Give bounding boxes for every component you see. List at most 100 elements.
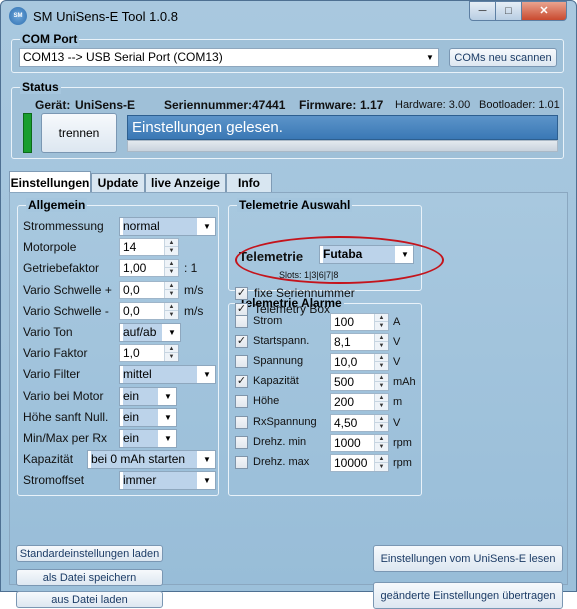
disconnect-button[interactable]: trennen: [41, 113, 117, 153]
allgemein-select-value: normal: [123, 218, 197, 235]
allgemein-row-label: Vario bei Motor: [23, 389, 104, 403]
spin-up-icon[interactable]: ▲: [165, 303, 178, 311]
alarm-checkbox[interactable]: ✓: [235, 375, 248, 388]
alarm-checkbox[interactable]: [235, 355, 248, 368]
spin-down-icon[interactable]: ▼: [165, 290, 178, 298]
alarm-spinner[interactable]: 200 ▲ ▼: [330, 393, 389, 411]
serial-value: 47441: [252, 98, 286, 112]
fixe-seriennummer-checkbox[interactable]: ✓: [235, 287, 248, 300]
alarm-label: RxSpannung: [253, 416, 317, 428]
alarm-spinner[interactable]: 10000 ▲ ▼: [330, 454, 389, 472]
allgemein-spinner[interactable]: 0,0 ▲ ▼: [119, 281, 179, 299]
allgemein-spinner[interactable]: 0,0 ▲ ▼: [119, 302, 179, 320]
alarm-spinner-value: 8,1: [334, 335, 351, 349]
spin-down-icon[interactable]: ▼: [165, 247, 178, 255]
spin-up-icon[interactable]: ▲: [375, 334, 388, 342]
allgemein-select[interactable]: auf/ab ▼: [119, 323, 181, 342]
serial-label: Seriennummer:: [164, 98, 253, 112]
load-file-button[interactable]: aus Datei laden: [16, 591, 163, 608]
allgemein-select[interactable]: bei 0 mAh starten ▼: [87, 450, 216, 469]
spin-up-icon[interactable]: ▲: [375, 455, 388, 463]
allgemein-spinner[interactable]: 1,0 ▲ ▼: [119, 344, 179, 362]
com-port-select[interactable]: COM13 --> USB Serial Port (COM13) ▼: [19, 48, 439, 67]
tab-update[interactable]: Update: [91, 173, 145, 193]
telemetry-box-checkbox[interactable]: ✓: [235, 303, 248, 316]
spin-down-icon[interactable]: ▼: [375, 342, 388, 350]
allgemein-select-value: bei 0 mAh starten: [91, 451, 197, 468]
spin-down-icon[interactable]: ▼: [375, 423, 388, 431]
spin-down-icon[interactable]: ▼: [375, 322, 388, 330]
telemetry-box-label: Telemetry Box: [254, 302, 331, 316]
alarm-spinner[interactable]: 100 ▲ ▼: [330, 313, 389, 331]
allgemein-row-label: Vario Faktor: [23, 346, 88, 360]
spin-up-icon[interactable]: ▲: [375, 415, 388, 423]
telemetrie-auswahl-legend: Telemetrie Auswahl: [237, 198, 353, 212]
alarm-checkbox[interactable]: [235, 436, 248, 449]
alarm-checkbox[interactable]: ✓: [235, 335, 248, 348]
spinner-buttons: ▲ ▼: [374, 374, 388, 390]
spin-up-icon[interactable]: ▲: [375, 435, 388, 443]
load-defaults-button[interactable]: Standardeinstellungen laden: [16, 545, 163, 562]
spin-up-icon[interactable]: ▲: [165, 345, 178, 353]
allgemein-select[interactable]: mittel ▼: [119, 365, 216, 384]
spin-up-icon[interactable]: ▲: [165, 239, 178, 247]
allgemein-select[interactable]: ein ▼: [119, 408, 177, 427]
alarm-spinner[interactable]: 8,1 ▲ ▼: [330, 333, 389, 351]
allgemein-select[interactable]: ein ▼: [119, 429, 177, 448]
spin-down-icon[interactable]: ▼: [375, 443, 388, 451]
allgemein-spinner[interactable]: 14 ▲ ▼: [119, 238, 179, 256]
title-bar[interactable]: SM SM UniSens-E Tool 1.0.8 ─ □ ✕: [1, 1, 576, 31]
spin-up-icon[interactable]: ▲: [375, 314, 388, 322]
allgemein-select[interactable]: immer ▼: [119, 471, 216, 490]
scan-coms-button[interactable]: COMs neu scannen: [449, 48, 557, 67]
read-settings-button[interactable]: Einstellungen vom UniSens-E lesen: [373, 545, 563, 572]
spin-down-icon[interactable]: ▼: [165, 311, 178, 319]
alarm-label: Kapazität: [253, 375, 299, 387]
write-settings-button[interactable]: geänderte Einstellungen übertragen: [373, 582, 563, 609]
save-file-button[interactable]: als Datei speichern: [16, 569, 163, 586]
spin-down-icon[interactable]: ▼: [375, 402, 388, 410]
allgemein-row-label: Motorpole: [23, 240, 77, 254]
spin-up-icon[interactable]: ▲: [165, 260, 178, 268]
chevron-down-icon: ▼: [203, 455, 211, 464]
spin-up-icon[interactable]: ▲: [375, 354, 388, 362]
spin-down-icon[interactable]: ▼: [165, 268, 178, 276]
allgemein-row-label: Vario Schwelle +: [23, 283, 112, 297]
alarm-checkbox[interactable]: [235, 315, 248, 328]
app-window: SM SM UniSens-E Tool 1.0.8 ─ □ ✕ COM Por…: [0, 0, 577, 609]
tab-einstellungen[interactable]: Einstellungen: [9, 171, 91, 194]
alarm-spinner[interactable]: 1000 ▲ ▼: [330, 434, 389, 452]
alarm-spinner[interactable]: 4,50 ▲ ▼: [330, 414, 389, 432]
allgemein-spinner[interactable]: 1,00 ▲ ▼: [119, 259, 179, 277]
spin-down-icon[interactable]: ▼: [375, 362, 388, 370]
allgemein-row-label: Vario Ton: [23, 325, 73, 339]
spin-up-icon[interactable]: ▲: [165, 282, 178, 290]
spin-down-icon[interactable]: ▼: [375, 382, 388, 390]
alarm-label: Höhe: [253, 395, 280, 407]
alarm-checkbox[interactable]: [235, 395, 248, 408]
connection-indicator: [23, 113, 32, 153]
check-icon: ✓: [236, 335, 247, 347]
alarm-spinner[interactable]: 500 ▲ ▼: [330, 373, 389, 391]
check-icon: ✓: [236, 303, 247, 315]
maximize-button[interactable]: □: [495, 1, 522, 21]
minimize-button[interactable]: ─: [469, 1, 496, 21]
spin-down-icon[interactable]: ▼: [165, 353, 178, 361]
alarm-spinner[interactable]: 10,0 ▲ ▼: [330, 353, 389, 371]
tab-live-anzeige[interactable]: live Anzeige: [145, 173, 226, 193]
spin-up-icon[interactable]: ▲: [375, 374, 388, 382]
alarm-checkbox[interactable]: [235, 456, 248, 469]
app-logo-icon: SM: [9, 7, 27, 25]
allgemein-row-label: Stromoffset: [23, 473, 85, 487]
allgemein-select[interactable]: normal ▼: [119, 217, 216, 236]
allgemein-row-label: Kapazität: [23, 452, 74, 466]
allgemein-row-label: Höhe sanft Null.: [23, 410, 109, 424]
spin-down-icon[interactable]: ▼: [375, 463, 388, 471]
allgemein-select-value: auf/ab: [123, 324, 162, 341]
close-button[interactable]: ✕: [521, 1, 567, 21]
alarm-unit: V: [393, 336, 401, 348]
spin-up-icon[interactable]: ▲: [375, 394, 388, 402]
allgemein-select[interactable]: ein ▼: [119, 387, 177, 406]
alarm-checkbox[interactable]: [235, 416, 248, 429]
tab-info[interactable]: Info: [226, 173, 272, 193]
